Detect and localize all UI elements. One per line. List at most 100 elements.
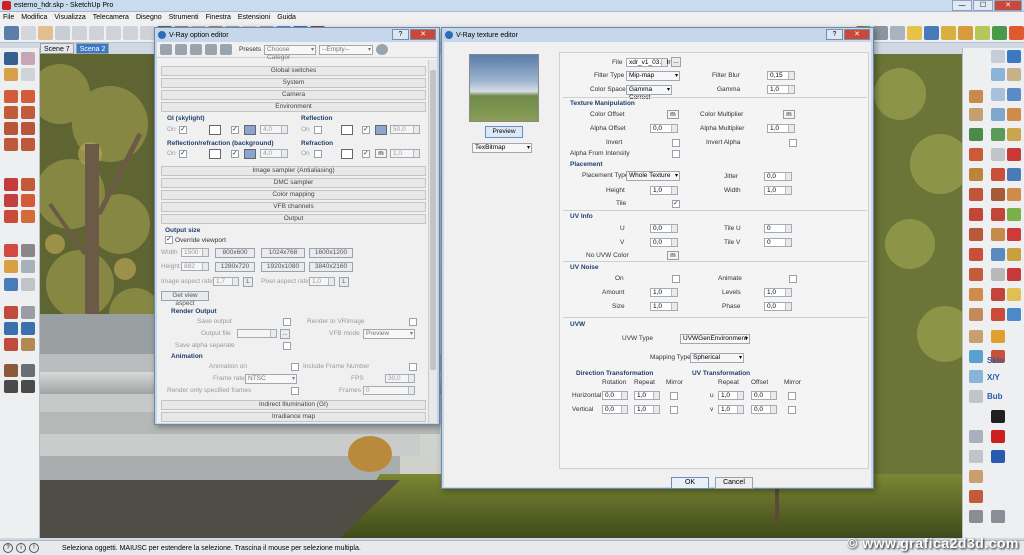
plugin-53-icon[interactable]: [969, 510, 983, 523]
refl-mult-checkbox[interactable]: [362, 125, 370, 134]
plugin-10-icon[interactable]: [1007, 108, 1021, 121]
preset-3840x2160[interactable]: 3840x2160: [309, 262, 353, 272]
image-aspect-input[interactable]: 1,7: [213, 277, 239, 286]
followme-tool-icon[interactable]: [21, 194, 35, 207]
color-multiplier-map-button[interactable]: m: [783, 110, 795, 119]
frame-rate-select[interactable]: NTSC: [245, 374, 297, 384]
plugin-32-icon[interactable]: [969, 268, 983, 281]
file-browse-button[interactable]: ...: [671, 57, 681, 67]
plugin-48-icon[interactable]: [969, 430, 983, 443]
rollout-camera[interactable]: Camera: [161, 90, 426, 100]
preset-800x600[interactable]: 800x600: [215, 248, 255, 258]
u-input[interactable]: 0,0: [650, 224, 678, 233]
plugin-50-icon[interactable]: [969, 450, 983, 463]
file-input[interactable]: xdr_v1_03.hdr: [626, 58, 671, 67]
iso-view-icon[interactable]: [55, 25, 70, 40]
pie-tool-icon[interactable]: [21, 138, 35, 151]
plugin-30-icon[interactable]: [991, 248, 1005, 261]
previous-view-icon[interactable]: [21, 338, 35, 351]
plugin-15-icon[interactable]: [991, 148, 1005, 161]
horizontal-repeat-input[interactable]: 1,0: [634, 391, 660, 400]
alpha-offset-input[interactable]: 0,0: [650, 124, 678, 133]
plugin-14-icon[interactable]: [969, 148, 983, 161]
menu-visualizza[interactable]: Visualizza: [54, 14, 85, 21]
height-input-tex[interactable]: 1,0: [650, 186, 678, 195]
plugin-38-icon[interactable]: [969, 308, 983, 321]
refl-on-checkbox[interactable]: [314, 126, 322, 134]
skin-label[interactable]: Skin: [987, 356, 1004, 365]
xy-label[interactable]: X/Y: [987, 373, 1000, 382]
plugin-49-icon[interactable]: [991, 430, 1005, 443]
plugin-27-icon[interactable]: [991, 228, 1005, 241]
menu-file[interactable]: File: [3, 14, 14, 21]
axes-icon[interactable]: [890, 25, 905, 40]
rollout-dmc-sampler[interactable]: DMC sampler: [161, 178, 426, 188]
rr-multiplier-input[interactable]: 4,0: [260, 149, 288, 158]
invert-checkbox[interactable]: [672, 139, 680, 147]
apply-preset-icon[interactable]: [376, 44, 389, 55]
vray-options-scrollbar[interactable]: [428, 60, 437, 423]
plugin-3-icon[interactable]: [991, 68, 1005, 81]
menu-modifica[interactable]: Modifica: [21, 14, 47, 21]
help-icon[interactable]: [991, 450, 1005, 463]
vray-options-help-button[interactable]: ?: [392, 29, 409, 40]
placement-type-select[interactable]: Whole Texture: [626, 171, 680, 181]
info-status-icon[interactable]: i: [16, 543, 26, 553]
plugin-20-icon[interactable]: [969, 188, 983, 201]
filter-type-select[interactable]: Mip-map: [626, 71, 680, 81]
invert-alpha-checkbox[interactable]: [789, 139, 797, 147]
paint-bucket-icon[interactable]: [38, 25, 53, 40]
plugin-13-icon[interactable]: [1007, 128, 1021, 141]
plugin-34-icon[interactable]: [1007, 268, 1021, 281]
plugin-45-icon[interactable]: [969, 370, 983, 383]
plugin-6-icon[interactable]: [991, 88, 1005, 101]
protractor-icon[interactable]: [4, 260, 18, 273]
width-input[interactable]: 1500: [181, 248, 209, 257]
rotated-rect-icon[interactable]: [21, 106, 35, 119]
paint-tool-icon[interactable]: [4, 68, 18, 81]
preset-category-select[interactable]: Choose Categor: [264, 44, 317, 61]
component-icon[interactable]: [907, 25, 922, 40]
save-alpha-checkbox[interactable]: [283, 342, 291, 350]
rollout-irradiance-map[interactable]: Irradiance map: [161, 412, 426, 422]
import-icon[interactable]: [205, 44, 217, 55]
refr-multiplier-input[interactable]: 1,0: [390, 149, 420, 158]
export-icon[interactable]: [220, 44, 232, 55]
polygon-tool-icon[interactable]: [21, 122, 35, 135]
plugin-46-icon[interactable]: [969, 390, 983, 403]
rr-map-button[interactable]: [244, 149, 256, 159]
gi-color-swatch[interactable]: [209, 125, 221, 135]
warning-status-icon[interactable]: !: [29, 543, 39, 553]
preview-button[interactable]: Preview: [485, 126, 523, 138]
bub-label[interactable]: Bub: [987, 392, 1003, 401]
rollout-indirect-illumination[interactable]: Indirect Illumination (GI): [161, 400, 426, 410]
select-icon[interactable]: [4, 52, 18, 65]
plugin-17-icon[interactable]: [969, 168, 983, 181]
horizontal-rotation-input[interactable]: 0,0: [602, 391, 628, 400]
u-repeat-input[interactable]: 1,0: [718, 391, 744, 400]
fps-input[interactable]: 30,0: [385, 374, 415, 383]
menu-estensioni[interactable]: Estensioni: [238, 14, 270, 21]
plugin-36-icon[interactable]: [991, 288, 1005, 301]
tile-u-input[interactable]: 0: [764, 224, 792, 233]
plugin-31-icon[interactable]: [1007, 248, 1021, 261]
minimize-button[interactable]: —: [952, 0, 972, 11]
width-input-tex[interactable]: 1,0: [764, 186, 792, 195]
walk-icon[interactable]: [4, 380, 18, 393]
line-tool-icon[interactable]: [4, 90, 18, 103]
text-tool-icon[interactable]: [21, 260, 35, 273]
plugin-42-icon[interactable]: [991, 330, 1005, 343]
maximize-button[interactable]: ☐: [973, 0, 993, 11]
amount-input[interactable]: 1,0: [650, 288, 678, 297]
scenes-icon[interactable]: [1009, 25, 1024, 40]
height-input[interactable]: 882: [181, 262, 209, 271]
animation-on-checkbox[interactable]: [291, 363, 299, 371]
vertical-rotation-input[interactable]: 0,0: [602, 405, 628, 414]
menu-disegno[interactable]: Disegno: [136, 14, 162, 21]
levels-input[interactable]: 1,0: [764, 288, 792, 297]
preset-1920x1080[interactable]: 1920x1080: [261, 262, 305, 272]
refl-color-swatch[interactable]: [341, 125, 353, 135]
eraser-tool-icon[interactable]: [21, 52, 35, 65]
plugin-9-icon[interactable]: [991, 108, 1005, 121]
v-input[interactable]: 0,0: [650, 238, 678, 247]
